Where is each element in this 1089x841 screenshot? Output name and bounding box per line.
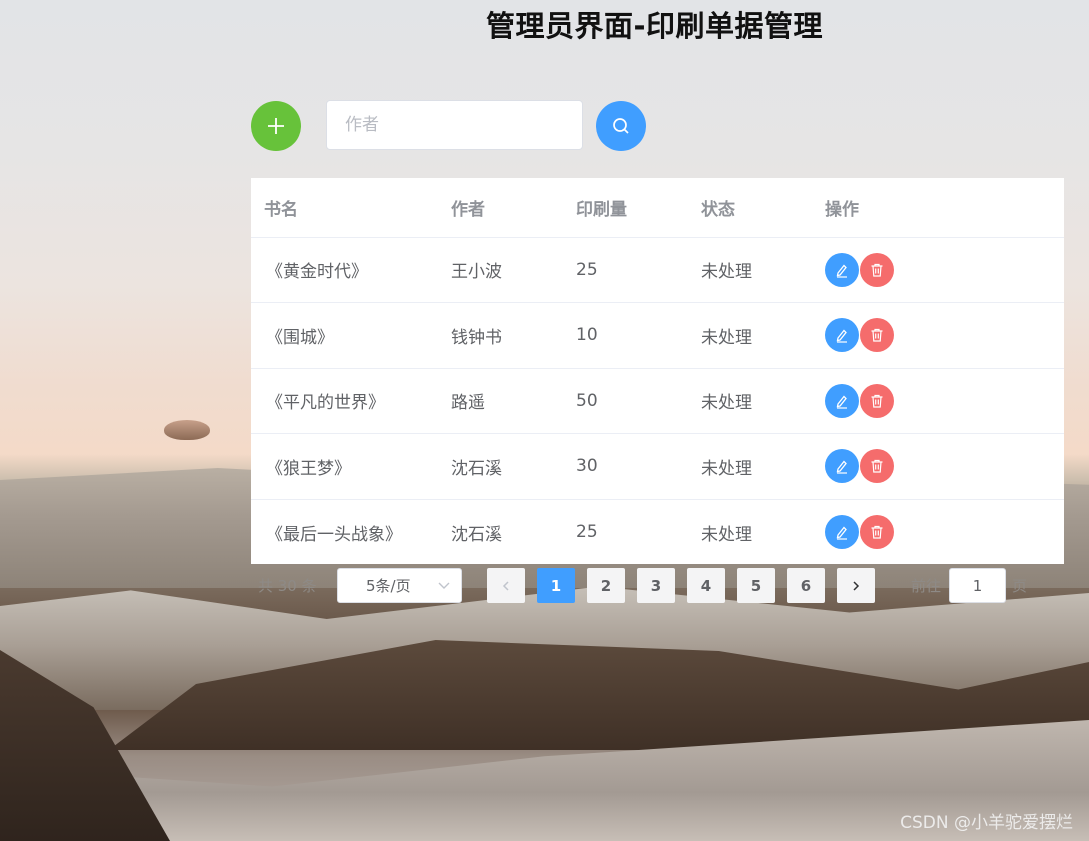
cell-author: 沈石溪 bbox=[438, 433, 563, 500]
table-header-row: 书名 作者 印刷量 状态 操作 bbox=[251, 178, 1064, 238]
plus-icon bbox=[268, 118, 284, 134]
cell-actions bbox=[812, 368, 1064, 434]
cell-quantity: 50 bbox=[563, 368, 688, 434]
add-button[interactable] bbox=[251, 101, 301, 151]
page-button-2[interactable]: 2 bbox=[587, 568, 625, 603]
edit-button[interactable] bbox=[825, 252, 859, 287]
delete-button[interactable] bbox=[860, 449, 894, 484]
pagination-total: 共 30 条 bbox=[258, 577, 317, 595]
cell-status: 未处理 bbox=[688, 302, 812, 369]
page-button-4[interactable]: 4 bbox=[687, 568, 725, 603]
cell-quantity: 25 bbox=[576, 522, 598, 542]
background-terrain bbox=[108, 640, 1089, 750]
delete-icon bbox=[871, 460, 883, 473]
goto-page-input[interactable] bbox=[949, 568, 1006, 603]
prev-page-button[interactable] bbox=[487, 568, 525, 603]
pagination: 共 30 条 5条/页 123456 前往 页 bbox=[251, 565, 1064, 605]
edit-icon bbox=[836, 526, 847, 540]
cell-author: 路遥 bbox=[438, 368, 563, 434]
cell-actions bbox=[812, 237, 1064, 303]
table-row: 《狼王梦》 沈石溪 30 未处理 bbox=[251, 433, 1064, 500]
table-row: 《围城》 钱钟书 10 未处理 bbox=[251, 302, 1064, 369]
table-row: 《最后一头战象》 沈石溪 25 未处理 bbox=[251, 499, 1064, 565]
background-balloon bbox=[164, 420, 210, 440]
cell-book: 《平凡的世界》 bbox=[251, 368, 438, 434]
cell-book: 《最后一头战象》 bbox=[266, 524, 402, 545]
column-header-actions: 操作 bbox=[812, 178, 1064, 238]
watermark: CSDN @小羊驼爱摆烂 bbox=[900, 813, 1073, 833]
page-title: 管理员界面-印刷单据管理 bbox=[486, 9, 824, 43]
edit-icon bbox=[836, 460, 847, 474]
cell-actions bbox=[812, 302, 1064, 369]
cell-author: 沈石溪 bbox=[451, 524, 502, 545]
edit-button[interactable] bbox=[825, 318, 859, 353]
cell-book: 《围城》 bbox=[251, 302, 438, 369]
column-header-book: 书名 bbox=[251, 178, 438, 238]
cell-author: 钱钟书 bbox=[438, 302, 563, 369]
chevron-down-icon bbox=[438, 582, 450, 589]
column-header-author: 作者 bbox=[438, 178, 563, 238]
delete-button[interactable] bbox=[860, 318, 894, 353]
cell-quantity: 25 bbox=[563, 237, 688, 303]
delete-icon bbox=[871, 394, 883, 408]
chevron-left-icon bbox=[502, 580, 509, 591]
background-terrain bbox=[0, 650, 170, 841]
cell-status: 未处理 bbox=[688, 368, 812, 434]
page-button-5[interactable]: 5 bbox=[737, 568, 775, 603]
print-order-table: 书名 作者 印刷量 状态 操作 《黄金时代》 王小波 25 未处理 《围城》 钱钟书 10 未… bbox=[251, 178, 1064, 564]
edit-icon bbox=[836, 264, 847, 278]
cell-actions bbox=[812, 433, 1064, 500]
chevron-right-icon bbox=[853, 580, 860, 591]
cell-quantity: 30 bbox=[563, 433, 688, 500]
page-button-6[interactable]: 6 bbox=[787, 568, 825, 603]
delete-button[interactable] bbox=[860, 383, 894, 418]
column-header-status: 状态 bbox=[688, 178, 812, 238]
cell-book: 《黄金时代》 bbox=[251, 237, 438, 303]
delete-button[interactable] bbox=[860, 515, 894, 549]
cell-actions bbox=[812, 499, 1064, 565]
column-header-quantity: 印刷量 bbox=[563, 178, 688, 238]
cell-status: 未处理 bbox=[701, 524, 752, 545]
edit-button[interactable] bbox=[825, 383, 859, 418]
delete-button[interactable] bbox=[860, 252, 894, 287]
page-size-select[interactable]: 5条/页 bbox=[337, 568, 462, 603]
goto-label: 前往 bbox=[911, 577, 942, 595]
author-search-input[interactable] bbox=[326, 100, 583, 150]
page-size-value: 5条/页 bbox=[366, 577, 411, 595]
edit-button[interactable] bbox=[825, 449, 859, 484]
page-button-3[interactable]: 3 bbox=[637, 568, 675, 603]
delete-icon bbox=[871, 329, 883, 342]
cell-status: 未处理 bbox=[688, 433, 812, 500]
cell-book: 《狼王梦》 bbox=[251, 433, 438, 500]
edit-icon bbox=[836, 329, 847, 343]
delete-icon bbox=[871, 263, 883, 277]
cell-quantity: 10 bbox=[563, 302, 688, 369]
next-page-button[interactable] bbox=[837, 568, 875, 603]
search-icon bbox=[613, 118, 629, 134]
cell-author: 王小波 bbox=[438, 237, 563, 303]
goto-suffix: 页 bbox=[1012, 577, 1028, 595]
cell-status: 未处理 bbox=[688, 237, 812, 303]
search-button[interactable] bbox=[596, 101, 646, 151]
page-button-1[interactable]: 1 bbox=[537, 568, 575, 603]
table-row: 《平凡的世界》 路遥 50 未处理 bbox=[251, 368, 1064, 434]
delete-icon bbox=[871, 525, 883, 539]
edit-button[interactable] bbox=[825, 515, 859, 549]
edit-icon bbox=[836, 395, 847, 409]
table-row: 《黄金时代》 王小波 25 未处理 bbox=[251, 237, 1064, 303]
